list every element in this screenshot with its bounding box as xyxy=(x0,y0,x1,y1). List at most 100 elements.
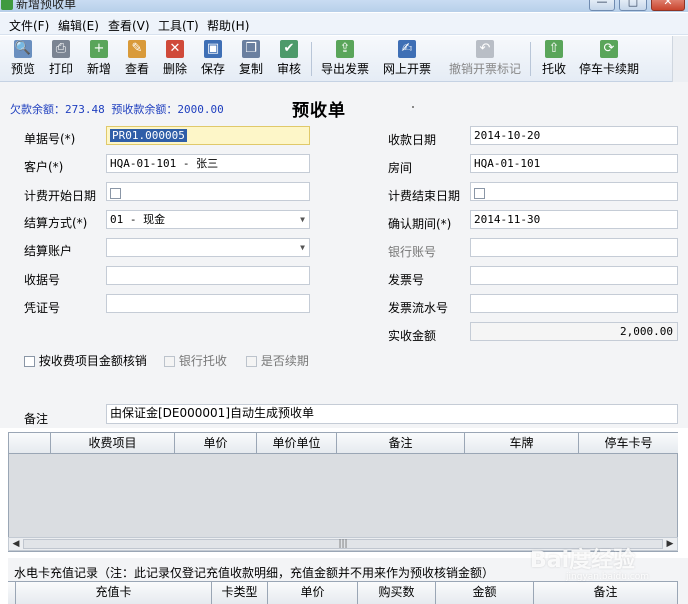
scroll-left-icon[interactable]: ◀ xyxy=(9,538,23,550)
doc-no-label: 单据号(*) xyxy=(24,132,76,146)
renew-checkbox-row[interactable]: 是否续期 xyxy=(246,352,309,369)
baidu-watermark: Bai度经验 jingyan.baidu.com xyxy=(530,548,650,582)
menu-tools[interactable]: 工具(T) xyxy=(158,17,199,34)
undo-icon: ↶ xyxy=(476,40,494,58)
by-item-checkbox-label: 按收费项目金额核销 xyxy=(38,354,147,368)
save-icon: ▣ xyxy=(204,40,222,58)
by-item-checkbox-row[interactable]: 按收费项目金额核销 xyxy=(24,352,147,369)
by-item-checkbox[interactable] xyxy=(24,356,35,367)
grid2-header-amount[interactable]: 金额 xyxy=(436,581,534,604)
view-button[interactable]: ✎ 查看 xyxy=(120,38,154,80)
view-icon: ✎ xyxy=(128,40,146,58)
grid2-header-rownum xyxy=(8,581,16,604)
bank-account-field[interactable] xyxy=(470,238,678,257)
grid2-header-quantity[interactable]: 购买数 xyxy=(358,581,436,604)
fee-detail-grid: 收费项目 单价 单价单位 备注 车牌 停车卡号 xyxy=(8,432,678,552)
separator-dot xyxy=(412,106,414,108)
menu-edit[interactable]: 编辑(E) xyxy=(58,17,99,34)
maximize-button[interactable]: □ xyxy=(619,0,647,11)
add-button[interactable]: + 新增 xyxy=(82,38,116,80)
delete-button[interactable]: ✕ 删除 xyxy=(158,38,192,80)
collect-icon: ⇧ xyxy=(545,40,563,58)
fee-end-label: 计费结束日期 xyxy=(388,189,461,203)
recv-date-label: 收款日期 xyxy=(388,133,437,147)
collect-button[interactable]: ⇧ 托收 xyxy=(537,38,571,80)
balance-summary: 欠款余额：273.48 预收款余额：2000.00 xyxy=(10,103,224,116)
print-button[interactable]: ⎙ 打印 xyxy=(44,38,78,80)
actual-amount-field[interactable]: 2,000.00 xyxy=(470,322,678,341)
bank-collect-checkbox[interactable] xyxy=(164,356,175,367)
settle-account-select[interactable]: ▼ xyxy=(106,238,310,257)
renew-icon: ⟳ xyxy=(600,40,618,58)
grid-header-parking-card[interactable]: 停车卡号 xyxy=(579,433,678,454)
window-title: 新增预收单 xyxy=(16,0,77,11)
menu-file[interactable]: 文件(F) xyxy=(9,17,49,34)
room-field[interactable]: HQA-01-101 xyxy=(470,154,678,173)
preview-button[interactable]: 🔍 预览 xyxy=(6,38,40,80)
export-invoice-icon: ⇪ xyxy=(336,40,354,58)
online-invoice-icon: ✍ xyxy=(398,40,416,58)
fee-end-date-field[interactable] xyxy=(470,182,678,201)
bank-collect-checkbox-label: 银行托收 xyxy=(178,354,227,368)
add-icon: + xyxy=(90,40,108,58)
grid2-header-remark[interactable]: 备注 xyxy=(534,581,678,604)
chevron-down-icon: ▼ xyxy=(300,215,305,224)
grid-header-fee-item[interactable]: 收费项目 xyxy=(51,433,175,454)
grid2-header-card[interactable]: 充值卡 xyxy=(16,581,212,604)
settle-account-label: 结算账户 xyxy=(24,244,73,258)
title-bar: 新增预收单 — □ ✕ xyxy=(0,0,688,12)
close-button[interactable]: ✕ xyxy=(651,0,685,11)
invoice-no-field[interactable] xyxy=(470,266,678,285)
minimize-button[interactable]: — xyxy=(589,0,615,11)
invoice-serial-label: 发票流水号 xyxy=(388,301,449,315)
invoice-serial-field[interactable] xyxy=(470,294,678,313)
online-invoice-button[interactable]: ✍ 网上开票 xyxy=(380,38,434,80)
confirm-period-field[interactable]: 2014-11-30 xyxy=(470,210,678,229)
delete-icon: ✕ xyxy=(166,40,184,58)
recv-date-field[interactable]: 2014-10-20 xyxy=(470,126,678,145)
voucher-no-label: 凭证号 xyxy=(24,301,61,315)
confirm-period-label: 确认期间(*) xyxy=(388,217,452,231)
undo-invoice-mark-button[interactable]: ↶ 撤销开票标记 xyxy=(446,38,524,80)
bank-account-label: 银行账号 xyxy=(388,245,437,259)
fee-start-checkbox[interactable] xyxy=(110,187,121,199)
voucher-no-field[interactable] xyxy=(106,294,310,313)
remark-label: 备注 xyxy=(24,412,49,426)
copy-button[interactable]: ❐ 复制 xyxy=(234,38,268,80)
menu-help[interactable]: 帮助(H) xyxy=(207,17,249,34)
remark-field[interactable]: 由保证金[DE000001]自动生成预收单 xyxy=(106,404,678,424)
grid-header-plate[interactable]: 车牌 xyxy=(465,433,579,454)
toolbar-scrollbar[interactable] xyxy=(672,36,688,82)
grid2-header-price[interactable]: 单价 xyxy=(268,581,358,604)
fee-end-checkbox[interactable] xyxy=(474,187,485,199)
grid2-header-card-type[interactable]: 卡类型 xyxy=(212,581,268,604)
audit-button[interactable]: ✔ 审核 xyxy=(272,38,306,80)
toolbar-separator xyxy=(530,42,531,76)
customer-field[interactable]: HQA-01-101 - 张三 xyxy=(106,154,310,173)
invoice-no-label: 发票号 xyxy=(388,273,425,287)
doc-no-field[interactable]: PR01.000005 xyxy=(106,126,310,145)
recharge-section-caption: 水电卡充值记录（注：此记录仅登记充值收款明细，充值金额并不用来作为预收核销金额） xyxy=(14,566,495,580)
menu-view[interactable]: 查看(V) xyxy=(108,17,150,34)
settle-method-select[interactable]: 01 - 现金 ▼ xyxy=(106,210,310,229)
grid-header-remark[interactable]: 备注 xyxy=(337,433,465,454)
preview-icon: 🔍 xyxy=(14,40,32,58)
grid-header-price[interactable]: 单价 xyxy=(175,433,257,454)
menu-bar: 文件(F) 编辑(E) 查看(V) 工具(T) 帮助(H) xyxy=(0,13,688,35)
save-button[interactable]: ▣ 保存 xyxy=(196,38,230,80)
actual-amount-label: 实收金额 xyxy=(388,329,437,343)
receipt-no-field[interactable] xyxy=(106,266,310,285)
toolbar: 🔍 预览 ⎙ 打印 + 新增 ✎ 查看 ✕ 删除 ▣ 保存 ❐ 复制 ✔ 审核 ⇪ 导出发票 ✍ 网… xyxy=(0,36,672,82)
chevron-down-icon: ▼ xyxy=(300,243,305,252)
fee-start-label: 计费开始日期 xyxy=(24,189,97,203)
export-invoice-button[interactable]: ⇪ 导出发票 xyxy=(318,38,372,80)
copy-icon: ❐ xyxy=(242,40,260,58)
receipt-no-label: 收据号 xyxy=(24,273,61,287)
renew-checkbox-label: 是否续期 xyxy=(260,354,309,368)
renew-parking-card-button[interactable]: ⟳ 停车卡续期 xyxy=(576,38,642,80)
bank-collect-checkbox-row[interactable]: 银行托收 xyxy=(164,352,227,369)
fee-start-date-field[interactable] xyxy=(106,182,310,201)
grid-header-price-unit[interactable]: 单价单位 xyxy=(257,433,337,454)
toolbar-separator xyxy=(311,42,312,76)
renew-checkbox[interactable] xyxy=(246,356,257,367)
